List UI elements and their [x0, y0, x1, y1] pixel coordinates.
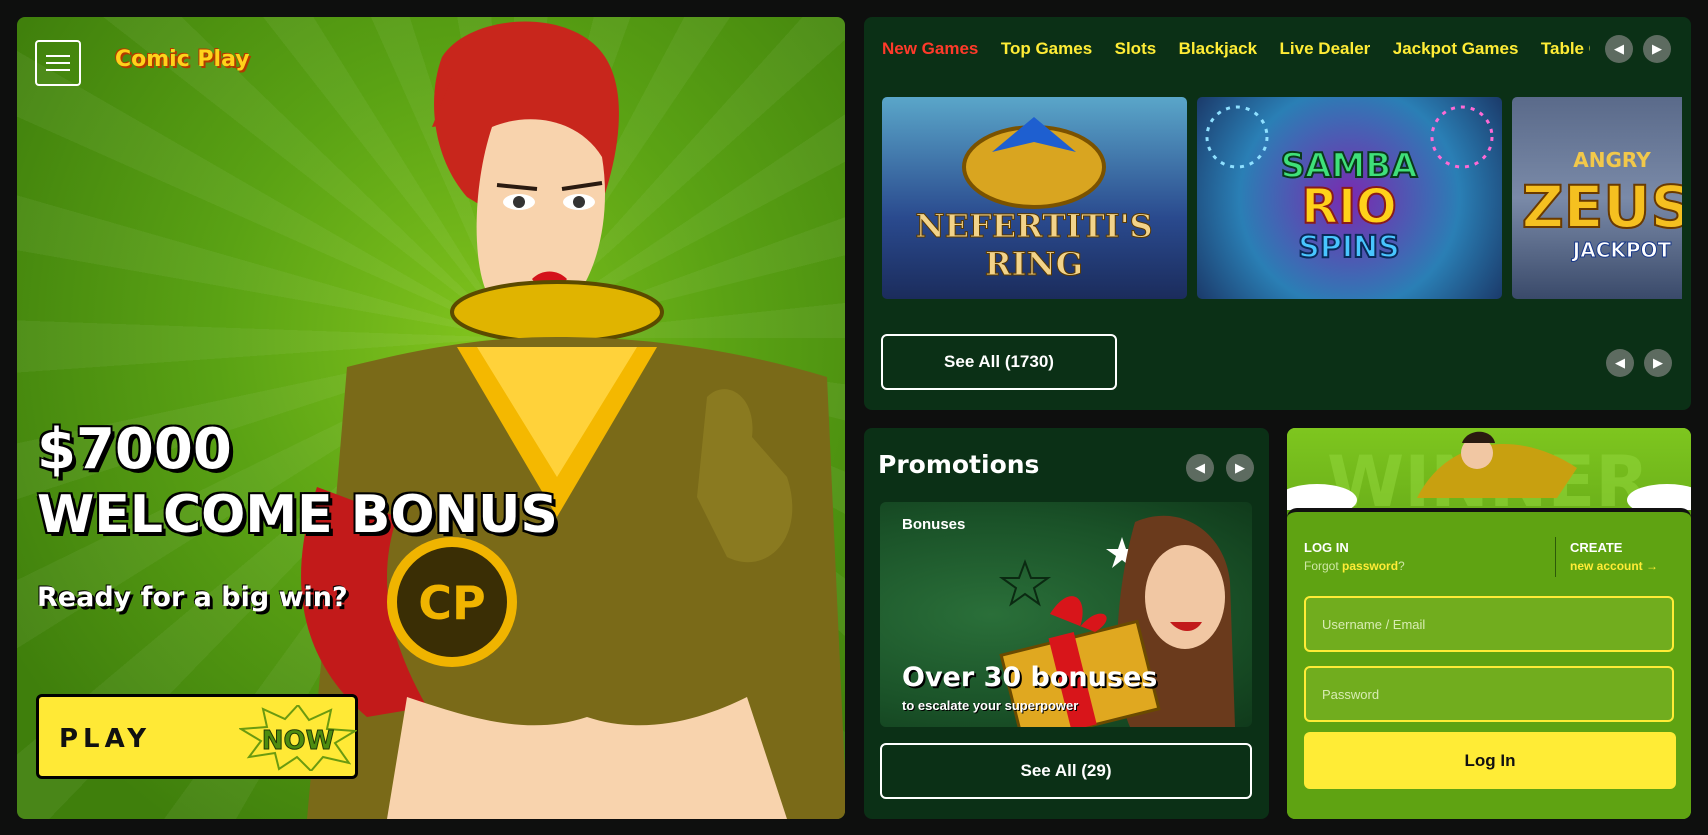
promotions-panel: Promotions ◀ ▶ Bonuses Over 30 bonuses t… [864, 428, 1269, 819]
promotions-title: Promotions [878, 450, 1040, 479]
tabs-next-arrow[interactable]: ▶ [1643, 35, 1671, 63]
logo-text: Comic Play [115, 47, 250, 72]
login-label: LOG IN [1304, 540, 1349, 555]
svg-text:CP: CP [418, 576, 485, 630]
hamburger-menu-icon [46, 55, 70, 57]
promo-headline: Over 30 bonuses [902, 662, 1158, 693]
promos-prev-arrow[interactable]: ◀ [1186, 454, 1214, 482]
games-panel: New Games Top Games Slots Blackjack Live… [864, 17, 1691, 410]
tabs-prev-arrow[interactable]: ◀ [1605, 35, 1633, 63]
new-account-link[interactable]: new account → [1570, 559, 1658, 573]
tab-new-games[interactable]: New Games [882, 39, 978, 59]
svg-text:RING: RING [985, 245, 1083, 283]
hero-banner[interactable]: CP Comic Play $7000 WELCOME BONUS Ready … [17, 17, 845, 819]
nefertitis-ring-artwork: NEFERTITI'S RING [915, 117, 1153, 284]
chevron-right-icon: ▶ [1653, 355, 1663, 370]
login-banner: WINNER [1287, 428, 1691, 523]
tab-slots[interactable]: Slots [1115, 39, 1157, 59]
svg-text:JACKPOT: JACKPOT [1571, 238, 1672, 262]
svg-text:SPINS: SPINS [1298, 230, 1399, 265]
bonus-amount: $7000 [37, 417, 232, 482]
tab-jackpot-games[interactable]: Jackpot Games [1393, 39, 1519, 59]
tab-top-games[interactable]: Top Games [1001, 39, 1092, 59]
svg-text:NEFERTITI'S: NEFERTITI'S [915, 207, 1152, 245]
create-label: CREATE [1570, 540, 1623, 555]
promos-next-arrow[interactable]: ▶ [1226, 454, 1254, 482]
tab-blackjack[interactable]: Blackjack [1179, 39, 1257, 59]
chevron-left-icon: ◀ [1195, 460, 1205, 475]
play-now-button[interactable]: PLAY NOW [36, 694, 358, 779]
chevron-left-icon: ◀ [1614, 41, 1624, 56]
promo-woman-gift-artwork [998, 515, 1235, 727]
forgot-password-text: Forgot password? [1304, 559, 1405, 573]
login-form: LOG IN Forgot password? CREATE new accou… [1287, 508, 1691, 819]
games-prev-arrow[interactable]: ◀ [1606, 349, 1634, 377]
chevron-left-icon: ◀ [1615, 355, 1625, 370]
chevron-right-icon: ▶ [1235, 460, 1245, 475]
chevron-right-icon: ▶ [1652, 41, 1662, 56]
tab-table-games[interactable]: Table Games [1541, 39, 1590, 59]
bonus-subtitle: Ready for a big win? [37, 582, 348, 613]
game-thumbnail-angry-zeus-jackpot[interactable]: ANGRY ZEUS JACKPOT [1512, 97, 1682, 299]
log-in-button[interactable]: Log In [1304, 732, 1676, 789]
now-badge-text: NOW [262, 726, 335, 756]
password-field[interactable] [1304, 666, 1674, 722]
hero-flying-artwork: WINNER [1287, 431, 1691, 523]
username-email-field[interactable] [1304, 596, 1674, 652]
svg-text:ZEUS: ZEUS [1522, 173, 1682, 241]
play-label: PLAY [59, 724, 152, 754]
samba-rio-spins-artwork: SAMBA RIO SPINS [1205, 105, 1494, 266]
forgot-password-link[interactable]: password [1342, 559, 1398, 573]
bonus-title: WELCOME BONUS [37, 485, 558, 545]
see-all-games-button[interactable]: See All (1730) [881, 334, 1117, 390]
games-next-arrow[interactable]: ▶ [1644, 349, 1672, 377]
angry-zeus-artwork: ANGRY ZEUS JACKPOT [1521, 148, 1682, 263]
divider [1555, 537, 1556, 577]
game-category-tabs: New Games Top Games Slots Blackjack Live… [882, 39, 1590, 69]
svg-text:RIO: RIO [1301, 179, 1397, 235]
now-burst-icon: NOW [239, 705, 357, 771]
see-all-promotions-button[interactable]: See All (29) [880, 743, 1252, 799]
game-thumbnail-nefertitis-ring[interactable]: NEFERTITI'S RING [882, 97, 1187, 299]
game-thumbnail-samba-rio-spins[interactable]: SAMBA RIO SPINS [1197, 97, 1502, 299]
promo-card-bonuses[interactable]: Bonuses Over 30 bonuses to escalate your… [880, 502, 1252, 727]
login-panel: WINNER LOG IN Forgot password? CREATE ne… [1287, 428, 1691, 819]
menu-button[interactable] [35, 40, 81, 86]
site-logo[interactable]: Comic Play [115, 37, 250, 81]
promo-subline: to escalate your superpower [902, 698, 1079, 713]
promo-tag: Bonuses [902, 516, 966, 533]
svg-text:ANGRY: ANGRY [1573, 148, 1651, 172]
tab-live-dealer[interactable]: Live Dealer [1280, 39, 1371, 59]
